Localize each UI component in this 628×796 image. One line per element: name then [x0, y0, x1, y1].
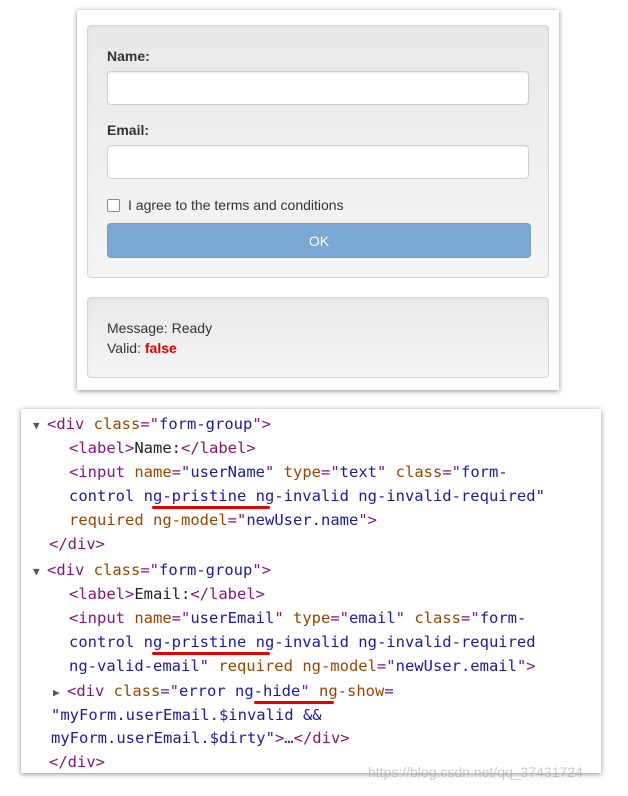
- valid-label: Valid:: [107, 340, 145, 356]
- email-label: Email:: [107, 122, 150, 138]
- code-line-7[interactable]: ▼ <div class="form-group">: [33, 558, 271, 584]
- code-line-8[interactable]: <label>Email:</label>: [69, 582, 265, 606]
- valid-line: Valid: false: [107, 340, 177, 356]
- message-line: Message: Ready: [107, 320, 212, 336]
- code-line-14[interactable]: myForm.userEmail.$dirty">…</div>: [51, 726, 350, 750]
- status-well: Message: Ready Valid: false: [87, 297, 549, 378]
- valid-value: false: [144, 340, 177, 356]
- terms-row: I agree to the terms and conditions: [107, 197, 344, 213]
- code-line-12[interactable]: ▶ <div class="error ng-hide" ng-show=: [53, 679, 394, 705]
- name-input[interactable]: [107, 71, 529, 105]
- code-line-13[interactable]: "myForm.userEmail.$invalid &&: [51, 703, 322, 727]
- watermark: https://blog.csdn.net/qq_37431724: [368, 764, 583, 780]
- form-well: Name: Email: I agree to the terms and co…: [87, 25, 549, 278]
- code-line-1[interactable]: ▼ <div class="form-group">: [33, 412, 271, 438]
- code-line-4[interactable]: control ng-pristine ng-invalid ng-invali…: [69, 484, 545, 508]
- code-line-5[interactable]: required ng-model="newUser.name">: [69, 508, 377, 532]
- terms-checkbox[interactable]: [107, 198, 120, 212]
- expand-right-icon[interactable]: ▶: [53, 681, 67, 705]
- expand-down-icon[interactable]: ▼: [33, 414, 47, 438]
- code-line-3[interactable]: <input name="userName" type="text" class…: [69, 460, 508, 484]
- email-input[interactable]: [107, 145, 529, 179]
- code-line-10[interactable]: control ng-pristine ng-invalid ng-invali…: [69, 630, 536, 654]
- message-value: Ready: [171, 320, 213, 336]
- code-line-9[interactable]: <input name="userEmail" type="email" cla…: [69, 606, 526, 630]
- code-line-2[interactable]: <label>Name:</label>: [69, 436, 256, 460]
- devtools-code-panel: ▼ <div class="form-group"> <label>Name:</…: [21, 409, 601, 773]
- terms-label: I agree to the terms and conditions: [128, 197, 344, 213]
- code-line-6[interactable]: </div>: [49, 532, 105, 556]
- code-line-15[interactable]: </div>: [49, 750, 105, 774]
- name-label: Name:: [107, 48, 150, 64]
- ok-button[interactable]: OK: [107, 223, 531, 258]
- form-preview-card: Name: Email: I agree to the terms and co…: [77, 10, 559, 390]
- expand-down-icon[interactable]: ▼: [33, 560, 47, 584]
- message-label: Message:: [107, 320, 172, 336]
- code-line-11[interactable]: ng-valid-email" required ng-model="newUs…: [69, 654, 536, 678]
